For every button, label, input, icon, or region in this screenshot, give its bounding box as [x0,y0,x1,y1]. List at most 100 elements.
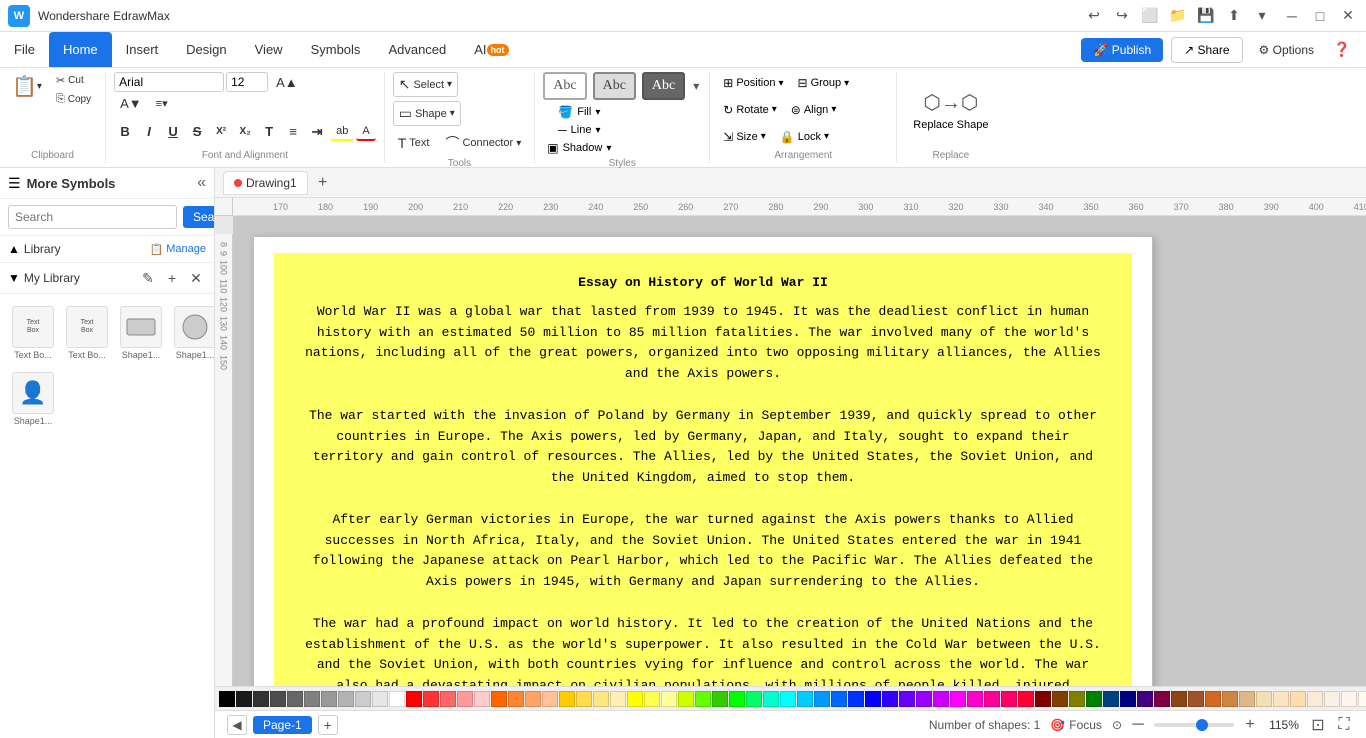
color-swatch[interactable] [525,691,541,707]
superscript-btn[interactable]: X² [210,121,232,143]
publish-btn[interactable]: 🚀 Publish [1081,38,1163,62]
copy-btn[interactable]: ⎘ Copy [50,91,97,108]
style-abc3-btn[interactable]: Abc [642,72,685,100]
color-swatch[interactable] [1086,691,1102,707]
strikethrough-btn[interactable]: S [186,121,208,143]
color-swatch[interactable] [355,691,371,707]
search-button[interactable]: Search [183,206,215,228]
color-swatch[interactable] [219,691,235,707]
menu-insert[interactable]: Insert [112,32,173,67]
color-swatch[interactable] [423,691,439,707]
library-manage-btn[interactable]: 📋 Manage [150,243,206,256]
color-swatch[interactable] [1120,691,1136,707]
font-size-input[interactable] [226,72,268,92]
color-swatch[interactable] [593,691,609,707]
menu-view[interactable]: View [241,32,297,67]
close-btn[interactable]: ✕ [1338,6,1358,26]
color-swatch[interactable] [1154,691,1170,707]
paste-btn[interactable]: 📋▾ [8,72,46,101]
color-swatch[interactable] [440,691,456,707]
color-swatch[interactable] [270,691,286,707]
open-btn[interactable]: 📁 [1166,4,1190,28]
export-btn[interactable]: ⬆ [1222,4,1246,28]
shape-item-shape2[interactable]: Shape1... [170,302,215,364]
transform-btn[interactable]: T [258,121,280,143]
color-swatch[interactable] [1290,691,1306,707]
color-swatch[interactable] [899,691,915,707]
font-increase-btn[interactable]: A▲ [270,73,304,92]
color-swatch[interactable] [1137,691,1153,707]
color-swatch[interactable] [1188,691,1204,707]
tab-add-btn[interactable]: + [312,172,334,194]
drawing-tab[interactable]: Drawing1 [223,171,308,195]
my-library-edit-btn[interactable]: ✎ [138,268,158,288]
undo-btn[interactable]: ↩ [1082,4,1106,28]
options-btn[interactable]: ⚙ Options [1251,38,1322,62]
color-swatch[interactable] [763,691,779,707]
style-abc2-btn[interactable]: Abc [593,72,636,100]
color-swatch[interactable] [253,691,269,707]
color-swatch[interactable] [831,691,847,707]
color-swatch[interactable] [1103,691,1119,707]
color-swatch[interactable] [933,691,949,707]
color-swatch[interactable] [1171,691,1187,707]
select-btn[interactable]: ↖ Select ▾ [393,72,458,97]
italic-btn[interactable]: I [138,121,160,143]
line-btn[interactable]: ─ Line ▾ [554,122,604,138]
size-btn[interactable]: ⇲ Size ▾ [718,128,771,146]
color-swatch[interactable] [848,691,864,707]
color-swatch[interactable] [950,691,966,707]
color-swatch[interactable] [287,691,303,707]
color-swatch[interactable] [797,691,813,707]
color-swatch[interactable] [627,691,643,707]
cut-btn[interactable]: ✂ Cut [50,72,97,89]
my-library-add-btn[interactable]: + [162,268,182,288]
color-swatch[interactable] [508,691,524,707]
fit-btn[interactable]: ⊡ [1308,715,1328,735]
fullscreen-btn[interactable]: ⛶ [1334,715,1354,735]
connector-btn[interactable]: ⌒ Connector ▾ [440,130,526,156]
color-swatch[interactable] [865,691,881,707]
color-swatch[interactable] [1069,691,1085,707]
color-swatch[interactable] [746,691,762,707]
color-swatch[interactable] [1341,691,1357,707]
add-page-btn[interactable]: + [318,715,338,735]
color-swatch[interactable] [1052,691,1068,707]
color-swatch[interactable] [780,691,796,707]
color-swatch[interactable] [644,691,660,707]
my-library-close-btn[interactable]: ✕ [186,268,206,288]
color-swatch[interactable] [321,691,337,707]
color-swatch[interactable] [1018,691,1034,707]
search-input[interactable] [8,205,177,229]
zoom-out-btn[interactable]: ─ [1128,715,1148,735]
color-swatch[interactable] [1222,691,1238,707]
underline-btn[interactable]: U [162,121,184,143]
color-swatch[interactable] [967,691,983,707]
indent-btn[interactable]: ⇥ [306,121,328,143]
minimize-btn[interactable]: ─ [1282,6,1302,26]
shape-btn[interactable]: ▭ Shape ▾ [393,101,461,126]
shape-item-shape3[interactable]: 👤 Shape1... [8,368,58,430]
menu-home[interactable]: Home [49,32,112,67]
essay-text-box[interactable]: Essay on History of World War II World W… [274,253,1132,686]
color-swatch[interactable] [542,691,558,707]
color-swatch[interactable] [372,691,388,707]
color-swatch[interactable] [1358,691,1366,707]
color-swatch[interactable] [712,691,728,707]
menu-advanced[interactable]: Advanced [374,32,460,67]
color-swatch[interactable] [814,691,830,707]
color-swatch[interactable] [916,691,932,707]
color-swatch[interactable] [610,691,626,707]
rotate-btn[interactable]: ↻ Rotate ▾ [718,101,782,119]
font-name-input[interactable] [114,72,224,92]
prev-page-btn[interactable]: ◀ [227,715,247,735]
color-swatch[interactable] [1035,691,1051,707]
color-swatch[interactable] [1273,691,1289,707]
position-btn[interactable]: ⊞ Position ▾ [718,74,788,92]
shape-item-shape1[interactable]: Shape1... [116,302,166,364]
color-swatch[interactable] [1205,691,1221,707]
list-btn[interactable]: ≡ [282,121,304,143]
font-color-btn[interactable]: A [356,123,375,141]
bold-btn[interactable]: B [114,121,136,143]
color-swatch[interactable] [729,691,745,707]
